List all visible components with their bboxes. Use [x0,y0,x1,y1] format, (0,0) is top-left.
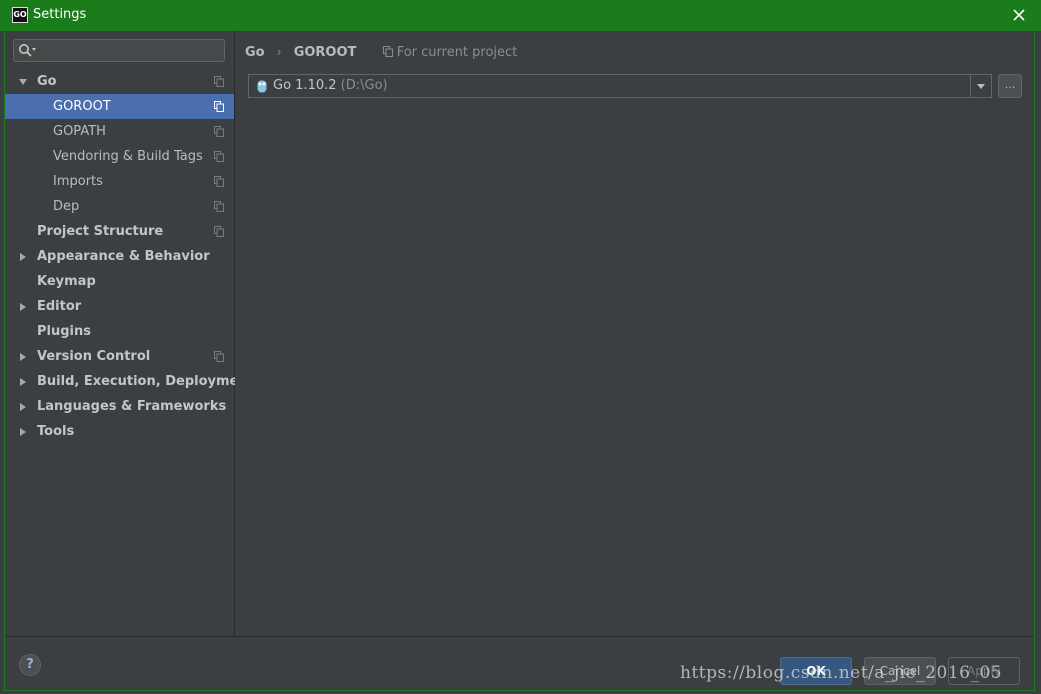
chevron-right-icon [20,428,26,436]
chevron-right-icon [20,378,26,386]
sidebar-item-label: Plugins [37,324,91,339]
sidebar-item-editor[interactable]: Editor [5,294,234,319]
project-scope-icon [214,351,224,362]
scope-note: For current project [382,45,518,60]
sidebar-item-version-control[interactable]: Version Control [5,344,234,369]
sidebar-item-dep[interactable]: Dep [5,194,234,219]
chevron-right-icon [20,303,26,311]
sidebar-item-label: Tools [37,424,75,439]
sidebar-item-label: GOPATH [53,124,106,139]
breadcrumb-current: GOROOT [293,45,357,60]
gopher-icon [257,80,267,93]
browse-button[interactable]: ... [998,74,1022,98]
sidebar-item-label: Languages & Frameworks [37,399,227,414]
sidebar-item-label: Imports [53,174,103,189]
breadcrumb-parent[interactable]: Go [245,45,265,60]
chevron-down-icon [19,79,27,85]
close-icon [1013,9,1025,21]
dropdown-toggle[interactable] [970,75,991,97]
search-input[interactable] [13,39,225,62]
watermark: https://blog.csdn.net/a_jie_2016_05 [680,663,1003,683]
chevron-right-icon [20,403,26,411]
sidebar-item-label: Dep [53,199,80,214]
close-button[interactable] [1005,4,1033,27]
goroot-sdk-dropdown[interactable]: Go 1.10.2 (D:\Go) [248,74,992,98]
sidebar-item-tools[interactable]: Tools [5,419,234,444]
sidebar-item-label: Vendoring & Build Tags [53,149,203,164]
sidebar-item-label: Keymap [37,274,96,289]
sidebar-item-gopath[interactable]: GOPATH [5,119,234,144]
project-scope-icon [214,76,224,87]
project-scope-icon [214,226,224,237]
sidebar-item-keymap[interactable]: Keymap [5,269,234,294]
sidebar-item-label: Go [37,74,57,89]
breadcrumb: Go › GOROOT For current project [245,43,517,61]
project-scope-icon [214,201,224,212]
title-bar: GO Settings [0,0,1041,31]
chevron-down-icon [977,84,985,89]
settings-sidebar: Go GOROOT GOPATH Vendoring & Build Tags … [5,31,254,636]
project-scope-icon [214,151,224,162]
project-scope-icon [214,126,224,137]
search-icon [19,44,36,57]
sidebar-item-imports[interactable]: Imports [5,169,234,194]
sdk-path: (D:\Go) [340,78,388,93]
project-scope-icon [382,46,393,57]
goland-app-icon: GO [12,7,28,23]
sidebar-item-build-execution-deployment[interactable]: Build, Execution, Deployment [5,369,254,394]
sdk-name: Go 1.10.2 [273,78,337,93]
chevron-right-icon [20,253,26,261]
project-scope-icon [214,176,224,187]
project-scope-icon [214,101,224,112]
sdk-value: Go 1.10.2 (D:\Go) [273,75,388,97]
sidebar-item-label: Version Control [37,349,151,364]
breadcrumb-separator: › [276,45,282,59]
sidebar-item-label: Project Structure [37,224,164,239]
sidebar-item-plugins[interactable]: Plugins [5,319,234,344]
sidebar-item-label: Build, Execution, Deployment [37,374,254,389]
sidebar-item-goroot[interactable]: GOROOT [5,94,234,119]
window-title: Settings [33,7,87,22]
settings-content: Go › GOROOT For current project Go 1.10.… [235,31,1034,636]
sidebar-item-go[interactable]: Go [5,69,234,94]
scope-note-text: For current project [396,45,518,60]
chevron-right-icon [20,353,26,361]
sidebar-item-vendoring[interactable]: Vendoring & Build Tags [5,144,234,169]
sidebar-item-label: GOROOT [53,99,111,114]
sidebar-item-label: Appearance & Behavior [37,249,210,264]
sidebar-item-project-structure[interactable]: Project Structure [5,219,234,244]
settings-dialog: Go GOROOT GOPATH Vendoring & Build Tags … [4,31,1035,691]
sidebar-item-label: Editor [37,299,82,314]
sidebar-item-appearance-behavior[interactable]: Appearance & Behavior [5,244,234,269]
help-button[interactable]: ? [19,654,41,676]
sidebar-item-languages-frameworks[interactable]: Languages & Frameworks [5,394,234,419]
